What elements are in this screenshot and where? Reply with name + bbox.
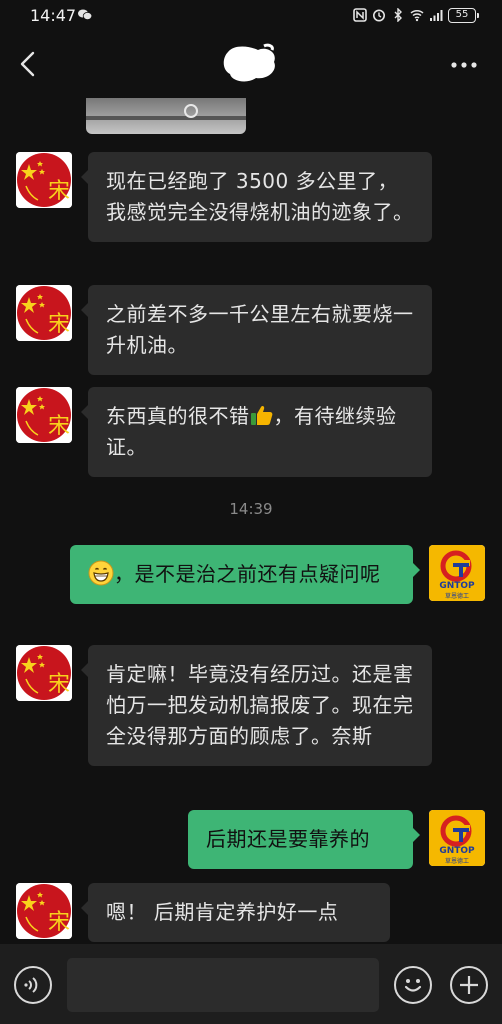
svg-text:宋: 宋 xyxy=(48,179,70,204)
contact-avatar[interactable]: 宋 xyxy=(16,645,72,701)
svg-text:GNTOP: GNTOP xyxy=(439,581,475,591)
message-input[interactable] xyxy=(67,958,379,1012)
message-bubble-incoming[interactable]: 东西真的很不错 ，有待继续验证。 xyxy=(81,387,432,477)
chevron-left-icon[interactable] xyxy=(16,50,40,78)
plus-button[interactable] xyxy=(450,966,488,1004)
input-bar xyxy=(0,944,502,1024)
plus-icon xyxy=(460,976,478,994)
contact-avatar[interactable]: 宋 xyxy=(16,387,72,443)
status-time: 14:47 xyxy=(30,6,77,25)
bluetooth-icon xyxy=(394,8,402,22)
chat-messages[interactable]: 宋 现在已经跑了 3500 多公里了，我感觉完全没得烧机油的迹象了。 宋 之前差… xyxy=(0,98,502,944)
status-icons: 55 xyxy=(353,7,479,23)
self-avatar[interactable]: GNTOP 草恩德工 xyxy=(429,545,485,601)
message-text: 后期还是要靠养的 xyxy=(206,827,370,851)
emoji-icon xyxy=(404,979,422,992)
message-text: 嗯！ 后期肯定养护好一点 xyxy=(106,900,339,924)
message-text: 东西真的很不错 xyxy=(106,404,250,428)
message-bubble-incoming[interactable]: 肯定嘛！毕竟没有经历过。还是害怕万一把发动机搞报废了。现在完全没得那方面的顾虑了… xyxy=(81,645,432,766)
contact-avatar-image: 宋 xyxy=(16,883,72,939)
wechat-notification-icon xyxy=(78,9,92,20)
redacted-title-icon xyxy=(223,43,275,82)
gntop-logo-icon: GNTOP 草恩德工 xyxy=(429,545,485,601)
cellular-signal-icon xyxy=(430,10,443,21)
wifi-icon xyxy=(410,9,424,22)
gntop-logo-icon: GNTOP 草恩德工 xyxy=(429,810,485,866)
voice-icon xyxy=(24,977,38,993)
svg-text:宋: 宋 xyxy=(48,910,70,935)
contact-avatar[interactable]: 宋 xyxy=(16,883,72,939)
contact-avatar-image: 宋 xyxy=(16,645,72,701)
voice-button[interactable] xyxy=(14,966,52,1004)
contact-avatar[interactable]: 宋 xyxy=(16,285,72,341)
image-message-thumbnail[interactable] xyxy=(86,98,246,134)
battery-indicator: 55 xyxy=(448,7,479,23)
message-bubble-incoming[interactable]: 现在已经跑了 3500 多公里了，我感觉完全没得烧机油的迹象了。 xyxy=(81,152,432,242)
message-bubble-outgoing[interactable]: ，是不是治之前还有点疑问呢 xyxy=(70,545,420,604)
svg-text:GNTOP: GNTOP xyxy=(439,846,475,856)
contact-avatar-image: 宋 xyxy=(16,387,72,443)
message-text: ，是不是治之前还有点疑问呢 xyxy=(114,562,381,586)
contact-avatar-image: 宋 xyxy=(16,152,72,208)
status-bar: 14:47 55 xyxy=(0,0,502,30)
chat-header xyxy=(0,30,502,98)
grinning-face-icon xyxy=(88,560,114,586)
alarm-icon xyxy=(373,9,385,22)
message-text: 肯定嘛！毕竟没有经历过。还是害怕万一把发动机搞报废了。现在完全没得那方面的顾虑了… xyxy=(106,662,414,748)
thumbs-up-icon xyxy=(250,405,272,425)
svg-text:草恩德工: 草恩德工 xyxy=(445,592,469,600)
more-dots-icon[interactable] xyxy=(450,55,478,75)
message-bubble-outgoing[interactable]: 后期还是要靠养的 xyxy=(188,810,420,869)
emoji-button[interactable] xyxy=(394,966,432,1004)
self-avatar[interactable]: GNTOP 草恩德工 xyxy=(429,810,485,866)
svg-text:宋: 宋 xyxy=(48,672,70,697)
nfc-icon xyxy=(353,8,367,22)
timestamp: 14:39 xyxy=(229,500,273,518)
contact-avatar-image: 宋 xyxy=(16,285,72,341)
message-bubble-incoming[interactable]: 嗯！ 后期肯定养护好一点 xyxy=(81,883,390,942)
message-text: 之前差不多一千公里左右就要烧一升机油。 xyxy=(106,302,414,357)
svg-text:宋: 宋 xyxy=(48,312,70,337)
svg-text:草恩德工: 草恩德工 xyxy=(445,857,469,865)
contact-avatar[interactable]: 宋 xyxy=(16,152,72,208)
message-bubble-incoming[interactable]: 之前差不多一千公里左右就要烧一升机油。 xyxy=(81,285,432,375)
message-text: 现在已经跑了 3500 多公里了，我感觉完全没得烧机油的迹象了。 xyxy=(106,169,414,224)
svg-text:宋: 宋 xyxy=(48,414,70,439)
